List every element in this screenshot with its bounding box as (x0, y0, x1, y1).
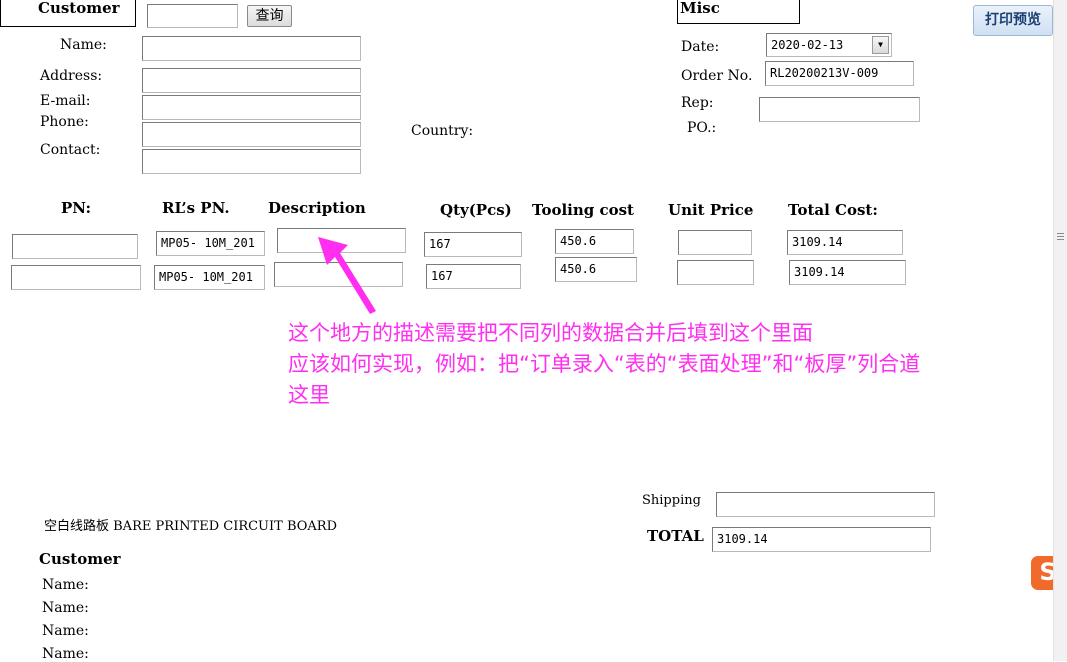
row1-pn-input[interactable] (12, 234, 138, 259)
footer-name-label-3: Name: (42, 623, 89, 639)
total-label: TOTAL (647, 527, 704, 545)
rl-pn-header: RL’s PN. (162, 199, 230, 217)
total-value: 3109.14 (717, 532, 768, 546)
contact-input[interactable] (142, 149, 361, 174)
row2-pn-input[interactable] (11, 265, 141, 290)
total-cost-header: Total Cost: (788, 201, 878, 219)
date-value: 2020-02-13 (771, 38, 844, 52)
customer-section-title: Customer (38, 0, 120, 17)
description-header: Description (268, 199, 366, 217)
row1-qty-input[interactable]: 167 (424, 232, 522, 257)
chevron-down-icon[interactable]: ▼ (872, 36, 889, 54)
rep-label: Rep: (681, 95, 714, 111)
address-label: Address: (40, 68, 103, 84)
email-label: E-mail: (40, 93, 91, 109)
customer-section-title-box: Customer (0, 0, 136, 27)
row1-tooling-input[interactable]: 450.6 (555, 229, 634, 254)
vertical-scrollbar[interactable] (1053, 0, 1067, 661)
misc-section-title-box: Misc (677, 0, 800, 24)
row2-unit-price-input[interactable] (677, 260, 754, 285)
tooling-cost-header: Tooling cost (532, 201, 634, 219)
phone-label: Phone: (40, 114, 89, 130)
row1-total-input[interactable]: 3109.14 (787, 230, 903, 255)
row2-qty-input[interactable]: 167 (426, 264, 521, 289)
po-label: PO.: (687, 120, 717, 136)
scrollbar-grip (1057, 236, 1064, 237)
name-input[interactable] (142, 36, 361, 61)
rep-input[interactable] (759, 97, 920, 122)
phone-input[interactable] (142, 122, 361, 147)
order-no-label: Order No. (681, 68, 753, 84)
misc-section-title: Misc (680, 0, 720, 17)
order-no-value: RL20200213V-009 (770, 66, 879, 80)
footer-name-label-1: Name: (42, 577, 89, 593)
shipping-input[interactable] (716, 492, 935, 517)
row2-tooling-input[interactable]: 450.6 (555, 257, 637, 282)
row2-rl-pn-value: MP05- 10M_201 (159, 270, 253, 284)
row1-rl-pn-value: MP05- 10M_201 (161, 236, 255, 250)
row2-total-input[interactable]: 3109.14 (789, 260, 906, 285)
date-label: Date: (681, 39, 720, 55)
address-input[interactable] (142, 68, 361, 93)
row1-rl-pn-input[interactable]: MP05- 10M_201 (156, 231, 265, 256)
scrollbar-grip (1057, 233, 1064, 234)
annotation-arrow-icon (318, 237, 376, 314)
row2-total-value: 3109.14 (794, 265, 845, 279)
date-picker[interactable]: 2020-02-13 ▼ (766, 33, 892, 57)
row1-tooling-value: 450.6 (560, 234, 597, 248)
row1-unit-price-input[interactable] (678, 230, 752, 255)
contact-label: Contact: (40, 142, 101, 158)
scrollbar-grip (1057, 239, 1064, 240)
footer-customer-title: Customer (39, 550, 121, 568)
customer-search-button[interactable]: 查询 (247, 5, 292, 27)
total-input[interactable]: 3109.14 (712, 527, 931, 552)
footer-name-label-4: Name: (42, 646, 89, 662)
annotation-line-1: 这个地方的描述需要把不同列的数据合并后填到这个里面 (288, 321, 813, 345)
row2-tooling-value: 450.6 (560, 262, 597, 276)
email-input[interactable] (142, 95, 361, 120)
board-type-text: 空白线路板 BARE PRINTED CIRCUIT BOARD (44, 519, 338, 534)
annotation-line-3: 这里 (288, 383, 330, 407)
print-preview-button[interactable]: 打印预览 (973, 5, 1053, 36)
row1-total-value: 3109.14 (792, 235, 843, 249)
qty-header: Qty(Pcs) (440, 201, 512, 219)
shipping-label: Shipping (642, 493, 701, 508)
row2-qty-value: 167 (431, 269, 453, 283)
order-no-input[interactable]: RL20200213V-009 (765, 61, 914, 86)
row2-rl-pn-input[interactable]: MP05- 10M_201 (154, 265, 265, 290)
name-label: Name: (60, 37, 107, 53)
customer-search-input[interactable] (147, 4, 238, 28)
country-label: Country: (411, 123, 474, 139)
unit-price-header: Unit Price (668, 201, 754, 219)
footer-name-label-2: Name: (42, 600, 89, 616)
row1-qty-value: 167 (429, 237, 451, 251)
pn-header: PN: (61, 199, 91, 217)
annotation-line-2: 应该如何实现，例如：把“订单录入“表的“表面处理”和“板厚”列合道 (288, 352, 921, 376)
